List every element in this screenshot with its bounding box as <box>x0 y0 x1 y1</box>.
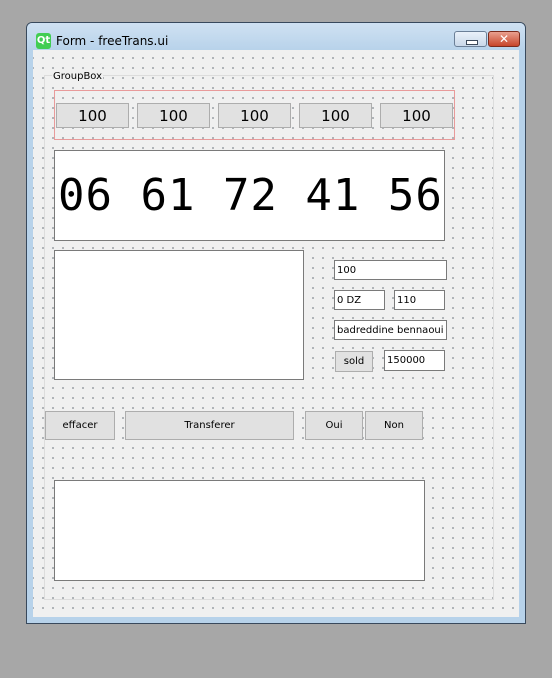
close-icon[interactable]: ✕ <box>488 31 520 47</box>
window-title: Form - freeTrans.ui <box>56 34 169 48</box>
number-button-2[interactable]: 100 <box>137 103 210 128</box>
oui-button[interactable]: Oui <box>305 411 363 440</box>
amount-field[interactable]: 100 <box>334 260 447 280</box>
text-area-main[interactable] <box>54 250 304 380</box>
number-button-5[interactable]: 100 <box>380 103 453 128</box>
number-button-3[interactable]: 100 <box>218 103 291 128</box>
text-area-log[interactable] <box>54 480 425 581</box>
minimize-icon[interactable] <box>454 31 487 47</box>
effacer-button[interactable]: effacer <box>45 411 115 440</box>
sold-field[interactable]: 150000 <box>384 350 445 371</box>
name-field[interactable]: badreddine bennaoui <box>334 320 447 340</box>
number-display-value: 06 61 72 41 56 <box>58 170 443 221</box>
groupbox-title: GroupBox <box>52 71 104 82</box>
number-button-4[interactable]: 100 <box>299 103 372 128</box>
currency-field[interactable]: 0 DZ <box>334 290 385 310</box>
code-field[interactable]: 110 <box>394 290 445 310</box>
sold-button[interactable]: sold <box>335 351 373 372</box>
transferer-button[interactable]: Transferer <box>125 411 294 440</box>
non-button[interactable]: Non <box>365 411 423 440</box>
qt-logo-icon: Qt <box>36 33 51 49</box>
number-button-1[interactable]: 100 <box>56 103 129 128</box>
